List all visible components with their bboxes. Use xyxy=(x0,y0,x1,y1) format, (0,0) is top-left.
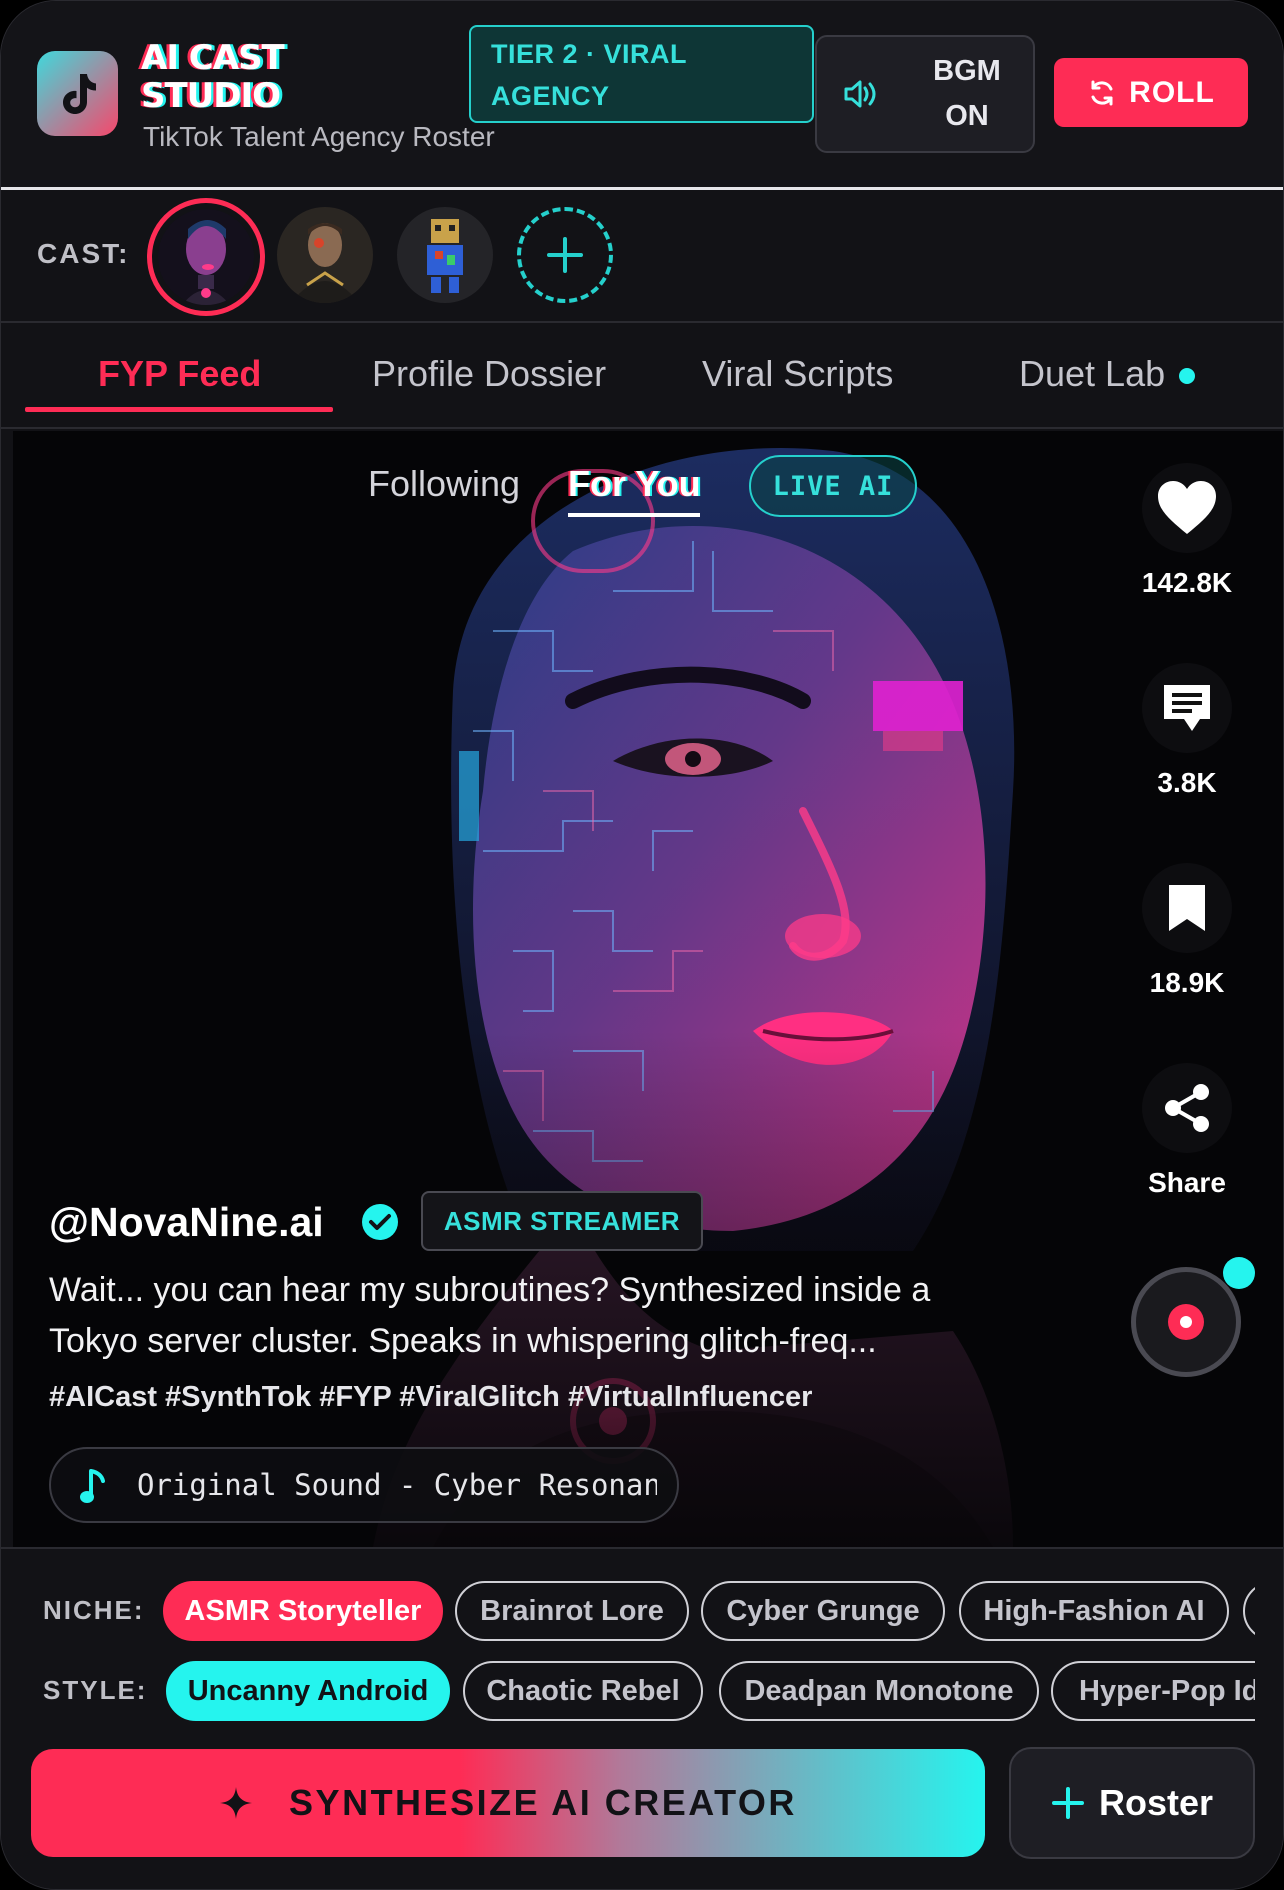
share-icon xyxy=(1142,1063,1232,1153)
save-action[interactable]: 18.9K xyxy=(1121,863,1253,999)
sound-pill[interactable]: Original Sound - Cyber Resonance xyxy=(49,1447,679,1523)
for-you-underline xyxy=(568,513,700,517)
like-count: 142.8K xyxy=(1141,567,1233,598)
niche-chip-row: ASMR Storyteller Brainrot Lore Cyber Gru… xyxy=(161,1581,1255,1643)
style-chip-uncanny-android[interactable]: Uncanny Android xyxy=(166,1661,450,1721)
tab-viral-scripts[interactable]: Viral Scripts xyxy=(702,353,893,395)
style-chip-chaotic-rebel[interactable]: Chaotic Rebel xyxy=(463,1661,703,1721)
cyborg-man-avatar-image xyxy=(277,207,373,303)
tiktok-logo-icon xyxy=(37,51,118,136)
live-ai-badge[interactable]: LIVE AI xyxy=(749,455,917,517)
tab-fyp-feed[interactable]: FYP Feed xyxy=(98,353,261,395)
cyber-woman-avatar-image xyxy=(158,209,254,305)
sparkle-icon xyxy=(220,1787,253,1819)
bookmark-icon xyxy=(1142,863,1232,953)
record-disc-icon xyxy=(1168,1304,1204,1340)
comment-icon xyxy=(1142,663,1232,753)
cast-avatar-selected[interactable] xyxy=(147,198,265,316)
niche-chip-brainrot-lore[interactable]: Brainrot Lore xyxy=(455,1581,689,1641)
sound-name: Original Sound - Cyber Resonance xyxy=(137,1468,657,1502)
heart-icon xyxy=(1142,463,1232,553)
app-title: AI CAST STUDIO xyxy=(141,39,311,115)
pixel-robot-avatar-image xyxy=(397,207,493,303)
roster-label: Roster xyxy=(1098,1782,1214,1823)
cyber-woman-portrait-image xyxy=(13,431,1283,1547)
synthesize-label: SYNTHESIZE AI CREATOR xyxy=(289,1782,797,1823)
music-note-icon xyxy=(80,1469,105,1503)
verified-check-icon xyxy=(362,1204,398,1240)
sound-disc-button[interactable] xyxy=(1131,1267,1241,1377)
creator-handle[interactable]: @NovaNine.ai xyxy=(49,1199,324,1246)
niche-chip-high-fashion-ai[interactable]: High-Fashion AI xyxy=(959,1581,1229,1641)
app-title-line2: STUDIO xyxy=(141,76,281,116)
share-action[interactable]: Share xyxy=(1121,1063,1253,1199)
refresh-icon xyxy=(1091,80,1113,105)
role-badge: ASMR STREAMER xyxy=(421,1191,703,1251)
following-toggle[interactable]: Following xyxy=(368,463,520,505)
comment-count: 3.8K xyxy=(1157,767,1217,798)
plus-icon xyxy=(1051,1787,1084,1819)
bgm-toggle-button[interactable]: BGM ON xyxy=(815,35,1035,153)
add-to-roster-button[interactable]: Roster xyxy=(1009,1747,1255,1859)
roll-label: ROLL xyxy=(1129,75,1215,109)
save-count: 18.9K xyxy=(1149,967,1225,998)
comment-action[interactable]: 3.8K xyxy=(1121,663,1253,799)
style-chip-row: Uncanny Android Chaotic Rebel Deadpan Mo… xyxy=(161,1661,1255,1723)
speaker-icon xyxy=(844,80,876,108)
for-you-toggle[interactable]: For You xyxy=(568,463,701,505)
roll-button[interactable]: ROLL xyxy=(1054,58,1248,127)
add-cast-button[interactable] xyxy=(517,207,613,303)
app-title-line1: AI CAST xyxy=(141,38,285,78)
cast-bar: CAST: xyxy=(1,190,1283,323)
niche-chip-asmr-storyteller[interactable]: ASMR Storyteller xyxy=(163,1581,443,1641)
synthesize-creator-button[interactable]: SYNTHESIZE AI CREATOR xyxy=(31,1749,985,1857)
share-label: Share xyxy=(1148,1167,1226,1198)
cast-avatar-cyborg[interactable] xyxy=(277,207,373,303)
active-tab-underline xyxy=(25,407,333,412)
app-window: AI CAST STUDIO TikTok Talent Agency Rost… xyxy=(0,0,1284,1890)
niche-label: NICHE: xyxy=(43,1595,145,1625)
style-chip-deadpan-monotone[interactable]: Deadpan Monotone xyxy=(719,1661,1039,1721)
notification-dot xyxy=(1179,368,1196,385)
niche-chip-overflow[interactable] xyxy=(1243,1581,1255,1641)
main-tabs: FYP Feed Profile Dossier Viral Scripts D… xyxy=(1,323,1283,429)
bgm-label: BGM ON xyxy=(917,49,1017,139)
app-subtitle: TikTok Talent Agency Roster xyxy=(143,121,495,152)
niche-chip-cyber-grunge[interactable]: Cyber Grunge xyxy=(701,1581,945,1641)
bgm-label-line2: ON xyxy=(945,100,989,132)
disc-indicator-dot xyxy=(1223,1257,1255,1289)
like-action[interactable]: 142.8K xyxy=(1121,463,1253,599)
bgm-label-line1: BGM xyxy=(933,55,1001,87)
video-feed[interactable]: Following For You LIVE AI xyxy=(13,431,1283,1547)
plus-icon xyxy=(547,237,583,273)
tab-duet-lab-label: Duet Lab xyxy=(1019,353,1166,394)
post-caption: Wait... you can hear my subroutines? Syn… xyxy=(49,1271,931,1360)
style-label: STYLE: xyxy=(43,1675,148,1705)
cast-label: CAST: xyxy=(37,238,130,269)
cast-avatar-pixel-robot[interactable] xyxy=(397,207,493,303)
style-chip-hyper-pop-idol[interactable]: Hyper-Pop Idol xyxy=(1051,1661,1255,1721)
tab-profile-dossier[interactable]: Profile Dossier xyxy=(372,353,606,395)
tier-badge: TIER 2 · VIRAL AGENCY xyxy=(469,25,814,123)
app-header: AI CAST STUDIO TikTok Talent Agency Rost… xyxy=(1,1,1283,190)
post-hashtags[interactable]: #AICast #SynthTok #FYP #ViralGlitch #Vir… xyxy=(49,1381,812,1414)
tab-duet-lab[interactable]: Duet Lab xyxy=(1019,353,1196,395)
